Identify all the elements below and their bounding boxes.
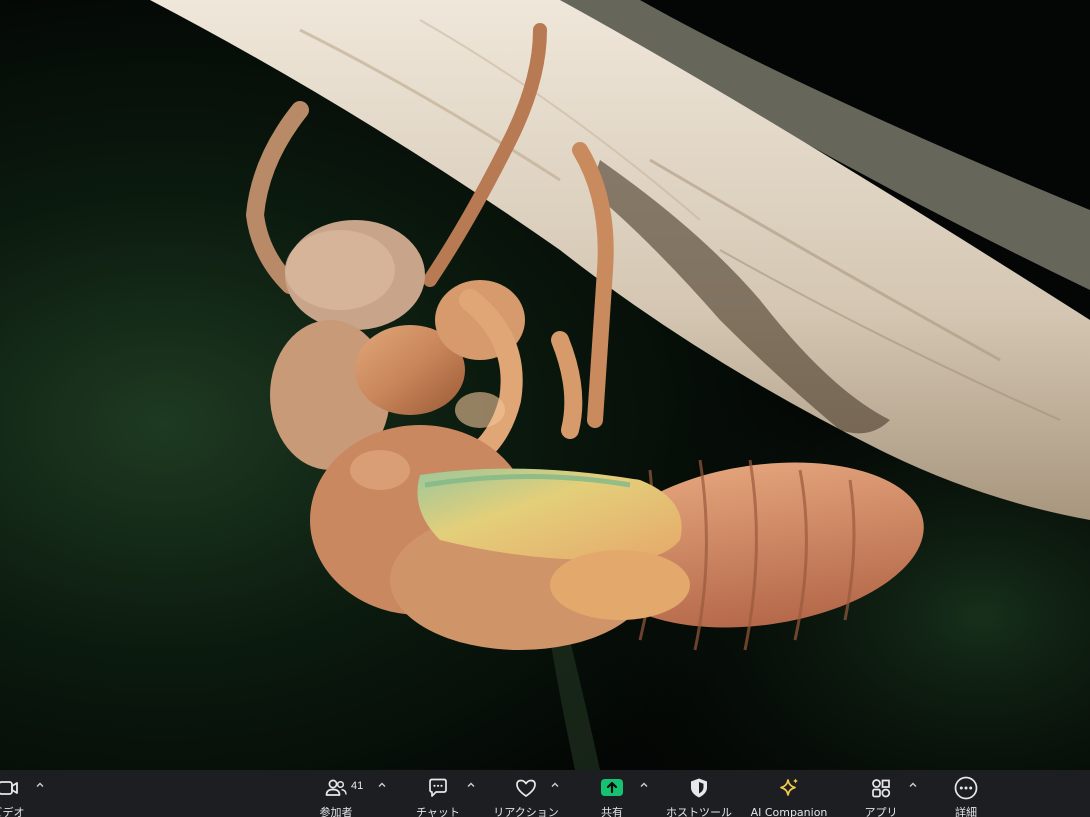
chat-label: チャット <box>416 806 460 817</box>
reactions-options-caret[interactable] <box>549 779 561 791</box>
share-options-caret[interactable] <box>638 779 650 791</box>
video-feed[interactable] <box>0 0 1090 770</box>
host-tools-label: ホストツール <box>666 806 732 817</box>
apps-options-caret[interactable] <box>907 779 919 791</box>
participants-options-caret[interactable] <box>376 779 388 791</box>
cicada-video-frame <box>0 0 1090 770</box>
ai-companion-button[interactable]: AI Companion <box>744 770 834 817</box>
people-icon <box>323 775 349 801</box>
video-label: ビデオ <box>0 806 25 817</box>
apps-grid-icon <box>868 775 894 801</box>
video-options-caret[interactable] <box>34 779 46 791</box>
video-button[interactable]: ビデオ <box>0 770 36 817</box>
ai-companion-label: AI Companion <box>750 806 828 817</box>
more-button[interactable]: 詳細 <box>940 770 992 817</box>
apps-button[interactable]: アプリ <box>854 770 908 817</box>
more-dots-icon <box>953 775 979 801</box>
shield-icon <box>686 775 712 801</box>
chat-button[interactable]: チャット <box>410 770 466 817</box>
reactions-label: リアクション <box>493 806 559 817</box>
meeting-toolbar: ビデオ 参加者 41 チャット <box>0 770 1090 817</box>
share-up-arrow-icon <box>599 775 625 801</box>
participants-button[interactable]: 参加者 <box>306 770 366 817</box>
sparkle-icon <box>776 775 802 801</box>
more-label: 詳細 <box>955 806 977 817</box>
participants-label: 参加者 <box>319 806 353 817</box>
chat-options-caret[interactable] <box>465 779 477 791</box>
apps-label: アプリ <box>864 806 898 817</box>
chat-bubble-icon <box>425 775 451 801</box>
host-tools-button[interactable]: ホストツール <box>660 770 738 817</box>
participants-count: 41 <box>351 780 364 792</box>
share-button[interactable]: 共有 <box>584 770 640 817</box>
share-label: 共有 <box>601 806 623 817</box>
reactions-button[interactable]: リアクション <box>490 770 562 817</box>
zoom-meeting-window: ビデオ 参加者 41 チャット <box>0 0 1090 817</box>
video-camera-icon <box>0 775 21 801</box>
heart-icon <box>513 775 539 801</box>
